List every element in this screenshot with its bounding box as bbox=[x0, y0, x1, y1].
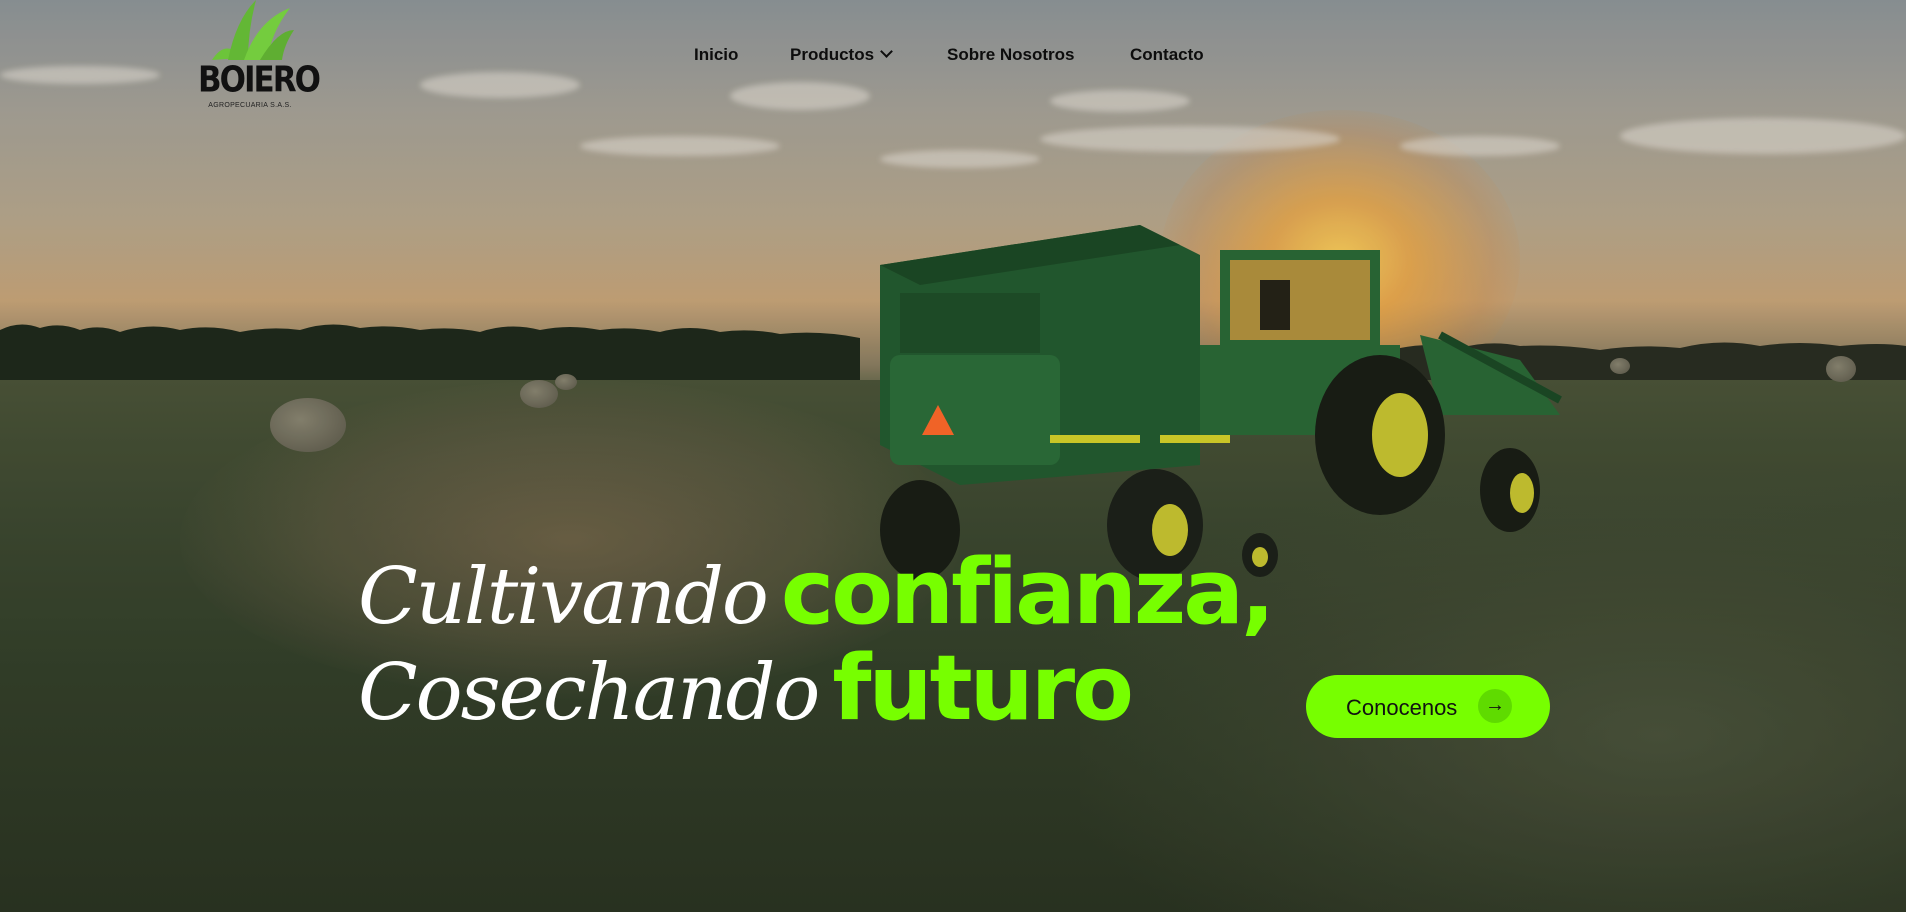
headline-script-word: Cosechando bbox=[358, 648, 820, 738]
hero-background bbox=[0, 0, 1906, 912]
hero-overlay bbox=[0, 0, 1906, 912]
site-header: BOIERO AGROPECUARIA S.A.S. Inicio Produc… bbox=[0, 0, 1906, 120]
headline-line-2: Cosechando futuro bbox=[358, 636, 1134, 741]
nav-item-label: Productos bbox=[790, 45, 875, 64]
cta-label: Conocenos bbox=[1346, 695, 1458, 720]
nav-item-inicio[interactable]: Inicio bbox=[694, 45, 738, 65]
headline-script-word: Cultivando bbox=[358, 552, 769, 642]
headline-line-1: Cultivando confianza, bbox=[358, 540, 1275, 645]
headline-bold-word: confianza, bbox=[780, 540, 1275, 645]
brand-logo[interactable]: BOIERO AGROPECUARIA S.A.S. bbox=[198, 0, 321, 112]
grass-logo-icon bbox=[212, 0, 294, 60]
nav-item-productos[interactable]: Productos bbox=[790, 45, 893, 65]
headline-bold-word: futuro bbox=[832, 636, 1134, 741]
nav-item-contacto[interactable]: Contacto bbox=[1130, 45, 1204, 65]
nav-item-sobre-nosotros[interactable]: Sobre Nosotros bbox=[947, 45, 1075, 65]
brand-tagline: AGROPECUARIA S.A.S. bbox=[208, 102, 292, 109]
brand-name: BOIERO bbox=[198, 59, 321, 101]
conocenos-button[interactable]: Conocenos → bbox=[1306, 675, 1550, 738]
arrow-right-icon: → bbox=[1478, 689, 1512, 723]
chevron-down-icon bbox=[880, 45, 893, 58]
